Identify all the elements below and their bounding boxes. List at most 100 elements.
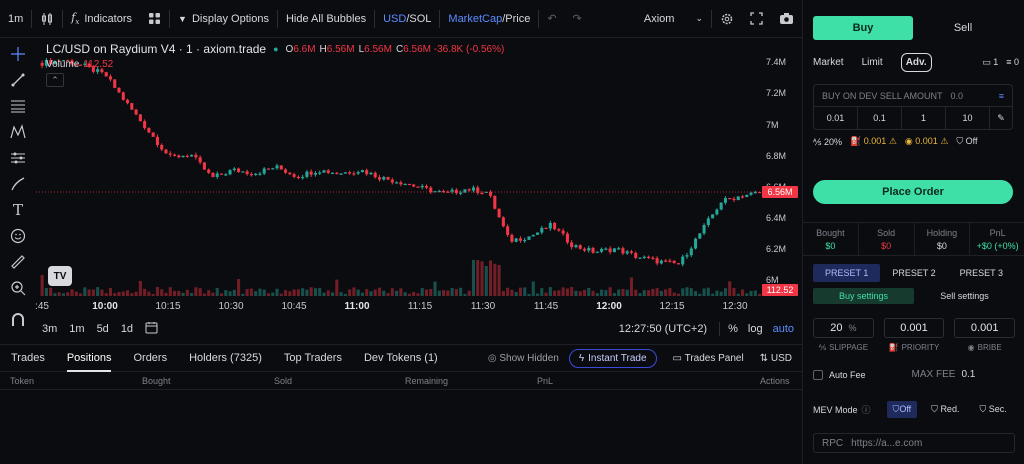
- slippage-input[interactable]: 20%: [813, 318, 874, 338]
- candle-body: [160, 144, 164, 150]
- info-icon[interactable]: ⓘ: [862, 403, 871, 416]
- redo-button[interactable]: ↷: [565, 0, 590, 37]
- text-tool[interactable]: T: [7, 200, 29, 220]
- mev-secure-option[interactable]: ⛉ Sec.: [973, 401, 1012, 418]
- fib-tool[interactable]: [7, 96, 29, 116]
- amount-preset[interactable]: 1: [902, 107, 946, 129]
- order-type-limit[interactable]: Limit: [862, 57, 892, 68]
- wallet-counters[interactable]: ▭ 1 ≡ 0: [982, 57, 1019, 68]
- sell-tab[interactable]: Sell: [913, 16, 1013, 40]
- volume-bar: [668, 287, 672, 296]
- emoji-tool[interactable]: [7, 226, 29, 246]
- volume-bar: [403, 292, 407, 296]
- tab-dev-tokens[interactable]: Dev Tokens (1): [353, 345, 449, 371]
- screenshot-button[interactable]: [771, 0, 802, 37]
- settings-button[interactable]: [712, 0, 742, 37]
- preset-3[interactable]: PRESET 3: [948, 264, 1015, 282]
- candle-body: [164, 149, 168, 154]
- range-3m[interactable]: 3m: [36, 323, 63, 335]
- metric-toggle[interactable]: MarketCap / Price: [440, 0, 538, 37]
- time-axis[interactable]: :45 10:00 10:15 10:30 10:45 11:00 11:15 11:30 11…: [35, 298, 762, 316]
- interval-selector[interactable]: 1m: [0, 0, 31, 37]
- volume-bar: [44, 288, 48, 296]
- volume-bar: [442, 290, 446, 296]
- price-axis[interactable]: 7.4M 7.2M 7M 6.8M 6.6M 6.4M 6.2M 6M 6.56…: [762, 38, 802, 298]
- percent-toggle[interactable]: %: [728, 323, 748, 335]
- tab-orders[interactable]: Orders: [122, 345, 178, 371]
- ruler-tool[interactable]: [7, 252, 29, 272]
- collapse-legend-button[interactable]: ⌃: [46, 73, 64, 87]
- tab-trades[interactable]: Trades: [0, 345, 56, 371]
- display-options-button[interactable]: ▼ Display Options: [170, 0, 277, 37]
- place-order-button[interactable]: Place Order: [813, 180, 1013, 204]
- ruler-icon: [11, 255, 25, 269]
- tab-positions[interactable]: Positions: [56, 345, 123, 372]
- dev-sell-row[interactable]: BUY ON DEV SELL AMOUNT 0.0 ≡: [814, 85, 1012, 107]
- measure-tool[interactable]: [7, 148, 29, 168]
- range-1d[interactable]: 1d: [115, 323, 139, 335]
- log-toggle[interactable]: log: [748, 323, 773, 335]
- volume-bar: [49, 287, 53, 296]
- price-chart[interactable]: LC/USD on Raydium V4 · 1 · axiom.trade ●…: [36, 38, 802, 298]
- pattern-tool[interactable]: [7, 122, 29, 142]
- volume-bar: [271, 292, 275, 296]
- buy-settings-tab[interactable]: Buy settings: [813, 288, 914, 304]
- slippage-param: 20% ⅍ SLIPPAGE: [813, 318, 874, 354]
- range-1m[interactable]: 1m: [63, 323, 90, 335]
- divider: [719, 322, 721, 336]
- rpc-input[interactable]: RPC https://a...e.com: [813, 433, 1015, 453]
- menu-icon[interactable]: ≡: [999, 91, 1004, 101]
- candlestick-plot[interactable]: [36, 38, 802, 298]
- layouts-button[interactable]: [140, 0, 169, 37]
- instant-trade-button[interactable]: ϟ Instant Trade: [568, 348, 657, 368]
- trades-panel-label: Trades Panel: [684, 352, 744, 364]
- zoom-tool[interactable]: [7, 278, 29, 298]
- indicators-button[interactable]: fx Indicators: [63, 0, 140, 37]
- buy-sell-toggle: Buy Sell: [813, 16, 1013, 40]
- interval-label: 1m: [8, 12, 24, 25]
- amount-preset[interactable]: 0.01: [814, 107, 858, 129]
- candle-body: [207, 169, 211, 173]
- currency-toggle[interactable]: USD / SOL: [375, 0, 439, 37]
- preset-1[interactable]: PRESET 1: [813, 264, 881, 282]
- candle-body: [612, 248, 616, 253]
- candle-body: [138, 114, 142, 122]
- undo-button[interactable]: ↶: [539, 0, 564, 37]
- max-fee[interactable]: MAX FEE 0.1: [912, 369, 976, 380]
- fee-summary[interactable]: ⅍ 20% ⛽ 0.001 ⚠ ◉ 0.001 ⚠ ⛉ Off: [813, 136, 1013, 147]
- auto-fee-checkbox[interactable]: [813, 369, 823, 380]
- brand-selector[interactable]: Axiom ⌄: [636, 0, 711, 37]
- order-type-adv[interactable]: Adv.: [900, 52, 932, 72]
- priority-input[interactable]: 0.001: [883, 318, 945, 338]
- ohlc-value: 6.56M: [364, 43, 392, 55]
- candle-body: [373, 172, 377, 178]
- volume-bar: [565, 288, 569, 296]
- crosshair-tool[interactable]: [7, 44, 29, 64]
- show-hidden-toggle[interactable]: ◎ Show Hidden: [488, 353, 559, 364]
- magnet-tool[interactable]: [7, 310, 29, 330]
- mev-reduced-option[interactable]: ⛉ Red.: [925, 401, 965, 418]
- fullscreen-button[interactable]: [742, 0, 771, 37]
- amount-preset[interactable]: 10: [946, 107, 990, 129]
- candle-type-button[interactable]: [32, 0, 62, 37]
- bribe-input[interactable]: 0.001: [954, 318, 1016, 338]
- trendline-tool[interactable]: [7, 70, 29, 90]
- brush-tool[interactable]: [7, 174, 29, 194]
- tradingview-logo[interactable]: TV: [48, 266, 72, 286]
- auto-toggle[interactable]: auto: [773, 323, 794, 335]
- tab-top-traders[interactable]: Top Traders: [273, 345, 353, 371]
- tab-holders[interactable]: Holders (7325): [178, 345, 273, 371]
- date-range-button[interactable]: [139, 321, 164, 337]
- range-5d[interactable]: 5d: [91, 323, 115, 335]
- buy-tab[interactable]: Buy: [813, 16, 913, 40]
- preset-2[interactable]: PRESET 2: [880, 264, 947, 282]
- order-type-market[interactable]: Market: [813, 57, 853, 68]
- clock-readout[interactable]: 12:27:50 (UTC+2): [619, 323, 719, 335]
- trades-panel-toggle[interactable]: ▭ Trades Panel: [673, 353, 744, 364]
- amount-preset[interactable]: 0.1: [858, 107, 902, 129]
- currency-switch[interactable]: ⇅ USD: [760, 353, 792, 364]
- mev-off-option[interactable]: ⛉Off: [886, 401, 918, 418]
- sell-settings-tab[interactable]: Sell settings: [914, 288, 1015, 304]
- edit-amounts-button[interactable]: ✎: [990, 107, 1012, 129]
- hide-bubbles-button[interactable]: Hide All Bubbles: [278, 0, 374, 37]
